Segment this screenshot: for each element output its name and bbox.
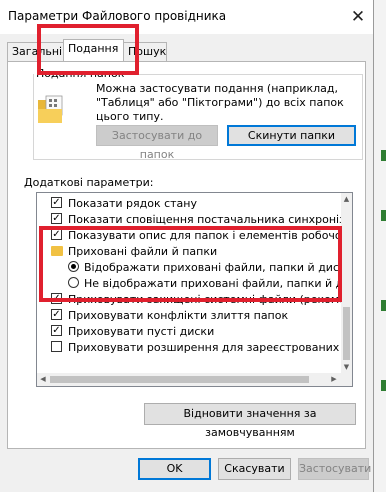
scroll-down-icon[interactable]: ▼ <box>341 361 352 373</box>
annotation-highlight-hidden-files <box>39 226 342 302</box>
ok-button[interactable]: OK <box>138 458 211 480</box>
scroll-right-icon[interactable]: ▶ <box>328 373 340 386</box>
checkbox[interactable] <box>51 213 62 224</box>
list-item[interactable]: Приховувати пусті диски <box>37 323 341 340</box>
background-mark <box>381 210 386 221</box>
apply-to-folders-button[interactable]: Застосувати до папок <box>96 125 218 161</box>
checkbox[interactable] <box>51 325 62 336</box>
advanced-settings-label: Додаткові параметри: <box>24 176 154 189</box>
window-title: Параметри Файлового провідника <box>8 9 227 23</box>
list-item[interactable]: Показати рядок стану <box>37 195 341 212</box>
annotation-highlight-tab <box>37 24 139 75</box>
background-mark <box>381 150 386 161</box>
cancel-button[interactable]: Скасувати <box>218 458 291 480</box>
close-button[interactable]: ✕ <box>348 7 368 27</box>
background-mark <box>381 380 386 391</box>
restore-defaults-button[interactable]: Відновити значення за замовчуванням <box>144 403 356 439</box>
scroll-thumb[interactable] <box>343 307 350 360</box>
checkbox[interactable] <box>51 341 62 352</box>
scroll-left-icon[interactable]: ◀ <box>37 373 49 386</box>
list-item-label: Приховувати розширення для зареєстровани… <box>68 341 341 354</box>
list-item[interactable]: Приховувати конфлікти злиття папок <box>37 307 341 324</box>
apply-button[interactable]: Застосувати <box>298 458 371 480</box>
background-window <box>374 0 386 492</box>
folder-views-icon <box>38 95 63 123</box>
folder-views-description: Можна застосувати подання (наприклад, "Т… <box>96 82 344 123</box>
list-item-label: Приховувати пусті диски <box>68 325 215 338</box>
vertical-scrollbar[interactable]: ▲ ▼ <box>341 193 352 386</box>
list-item-label: Показати рядок стану <box>68 197 198 210</box>
scroll-thumb[interactable] <box>50 376 309 383</box>
list-item[interactable]: Приховувати розширення для зареєстровани… <box>37 339 341 356</box>
checkbox[interactable] <box>51 197 62 208</box>
list-item-label: Приховувати конфлікти злиття папок <box>68 309 289 322</box>
horizontal-scrollbar[interactable]: ◀ ▶ <box>37 373 341 386</box>
reset-folders-button[interactable]: Скинути папки <box>227 125 356 146</box>
background-mark <box>381 300 386 311</box>
checkbox[interactable] <box>51 309 62 320</box>
scroll-up-icon[interactable]: ▲ <box>341 193 352 205</box>
